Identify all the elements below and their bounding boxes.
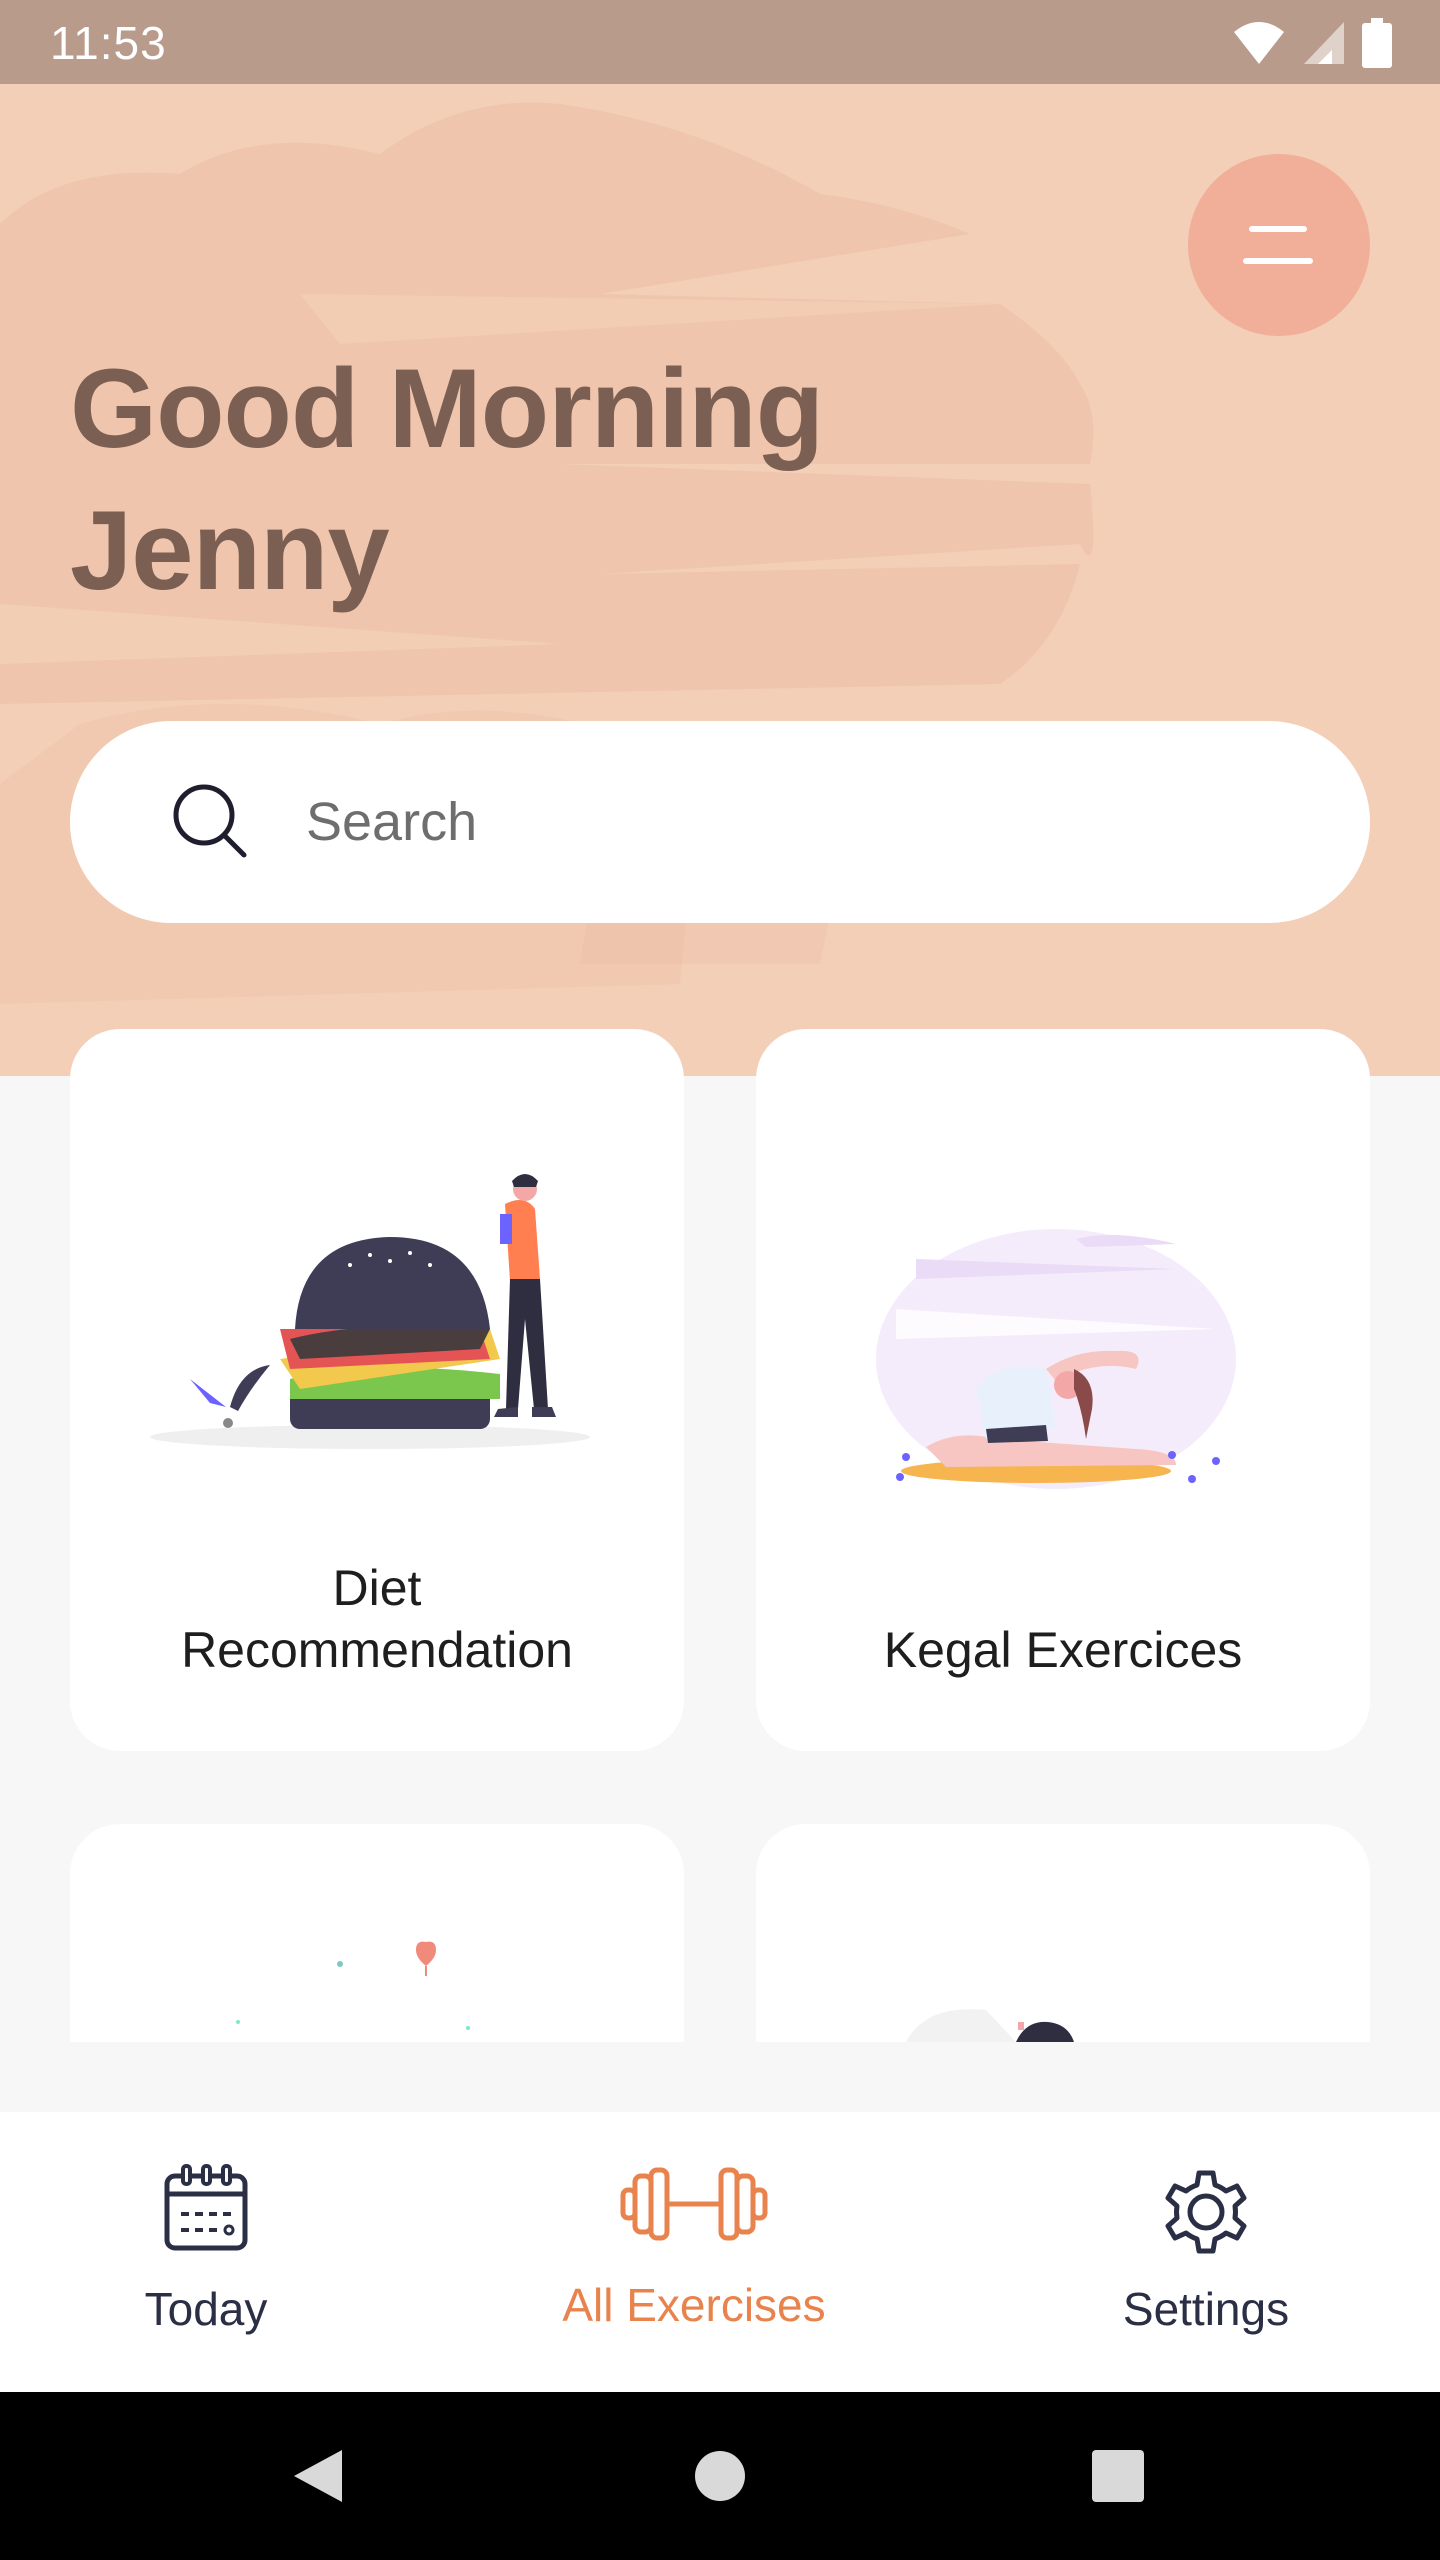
gear-icon — [1165, 2170, 1247, 2254]
card-partial-2[interactable] — [756, 1824, 1370, 2042]
nav-label-today: Today — [144, 2283, 268, 2335]
search-bar[interactable] — [70, 721, 1370, 923]
nav-item-today[interactable]: Today — [6, 2112, 406, 2392]
menu-icon — [1243, 226, 1313, 264]
card-diet-recommendation[interactable]: Diet Recommendation — [70, 1029, 684, 1751]
battery-icon — [1362, 18, 1392, 68]
status-icons — [1232, 18, 1392, 68]
partial-illustration — [236, 1941, 470, 2030]
greeting-line-2: Jenny — [70, 488, 390, 613]
card-title-line-1: Diet — [332, 1560, 422, 1616]
back-button[interactable] — [238, 2392, 398, 2560]
recents-icon — [1092, 2450, 1144, 2502]
nav-label-settings: Settings — [1122, 2283, 1290, 2335]
search-input[interactable] — [306, 777, 1306, 867]
card-kegal-exercises[interactable]: Kegal Exercices — [756, 1029, 1370, 1751]
home-button[interactable] — [640, 2392, 800, 2560]
back-icon — [294, 2450, 342, 2502]
nav-label-all-exercises: All Exercises — [562, 2279, 826, 2331]
home-icon — [695, 2451, 745, 2501]
menu-button[interactable] — [1188, 154, 1370, 336]
nav-item-all-exercises[interactable]: All Exercises — [494, 2112, 894, 2392]
burger-illustration — [150, 1174, 590, 1449]
recents-button[interactable] — [1038, 2392, 1198, 2560]
card-partial-1[interactable] — [70, 1824, 684, 2042]
status-time: 11:53 — [50, 17, 167, 69]
hero-header: Good Morning Jenny — [0, 84, 1440, 1076]
bottom-navigation: Today All Exercises Settings — [0, 2112, 1440, 2392]
system-navigation-bar — [0, 2392, 1440, 2560]
partial-illustration — [906, 2009, 1074, 2042]
status-bar: 11:53 — [0, 0, 1440, 84]
calendar-icon — [164, 2164, 248, 2251]
signal-icon — [1304, 22, 1344, 64]
card-title-kegal: Kegal Exercices — [883, 1622, 1243, 1678]
card-title-diet: Diet Recommendation — [70, 1557, 684, 1681]
nav-item-settings[interactable]: Settings — [1006, 2112, 1406, 2392]
card-title-line-2: Recommendation — [181, 1622, 573, 1678]
yoga-illustration — [876, 1229, 1236, 1489]
dumbbell-icon — [620, 2167, 768, 2241]
greeting-line-1: Good Morning — [70, 346, 824, 471]
search-icon — [173, 784, 247, 858]
greeting-title: Good Morning Jenny — [70, 338, 824, 622]
wifi-icon — [1234, 22, 1284, 64]
